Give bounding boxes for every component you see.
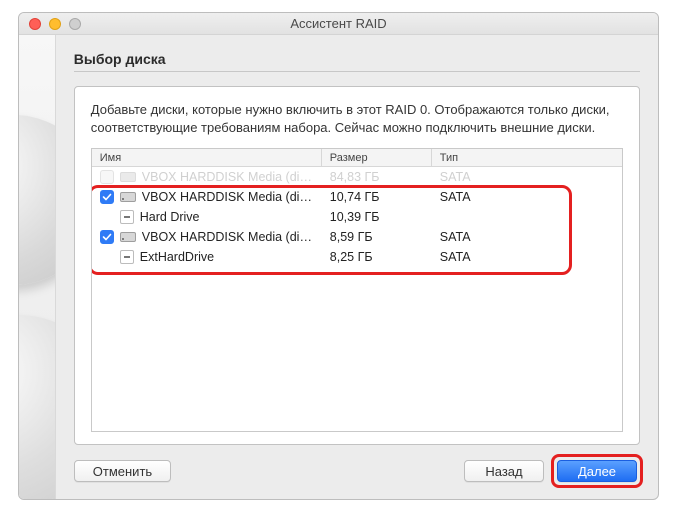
page-heading: Выбор диска bbox=[74, 51, 640, 67]
checkmark-icon bbox=[102, 232, 112, 242]
disk-size: 84,83 ГБ bbox=[322, 170, 432, 184]
window-title: Ассистент RAID bbox=[290, 16, 386, 31]
table-row[interactable]: ExtHardDrive 8,25 ГБ SATA bbox=[92, 247, 622, 267]
disk-name: VBOX HARDDISK Media (di… bbox=[142, 230, 312, 244]
titlebar: Ассистент RAID bbox=[19, 13, 658, 35]
hdd-icon bbox=[120, 231, 136, 243]
checkbox[interactable] bbox=[100, 230, 114, 244]
column-name[interactable]: Имя bbox=[92, 149, 322, 166]
disk-size: 8,25 ГБ bbox=[322, 250, 432, 264]
volume-name: Hard Drive bbox=[140, 210, 200, 224]
disk-size: 8,59 ГБ bbox=[322, 230, 432, 244]
close-icon[interactable] bbox=[29, 18, 41, 30]
disclosure-collapse-icon[interactable] bbox=[120, 250, 134, 264]
disk-type: SATA bbox=[432, 170, 622, 184]
disk-name: VBOX HARDDISK Media (di… bbox=[142, 190, 312, 204]
disk-type: SATA bbox=[432, 190, 622, 204]
zoom-icon bbox=[69, 18, 81, 30]
table-body: VBOX HARDDISK Media (di… 84,83 ГБ SATA bbox=[92, 167, 622, 431]
next-button[interactable]: Далее bbox=[557, 460, 637, 482]
table-header: Имя Размер Тип bbox=[92, 149, 622, 167]
disk-type: SATA bbox=[432, 250, 622, 264]
back-button[interactable]: Назад bbox=[464, 460, 544, 482]
disk-type: SATA bbox=[432, 230, 622, 244]
divider bbox=[74, 71, 640, 72]
hdd-icon bbox=[120, 171, 136, 183]
content-panel: Добавьте диски, которые нужно включить в… bbox=[74, 86, 640, 445]
column-size[interactable]: Размер bbox=[322, 149, 432, 166]
page-description: Добавьте диски, которые нужно включить в… bbox=[91, 101, 623, 136]
table-row[interactable]: VBOX HARDDISK Media (di… 10,74 ГБ SATA bbox=[92, 187, 622, 207]
column-type[interactable]: Тип bbox=[432, 149, 622, 166]
button-bar: Отменить Назад Далее bbox=[74, 445, 640, 485]
raid-assistant-window: Ассистент RAID Выбор диска Добавьте диск… bbox=[18, 12, 659, 500]
disk-size: 10,39 ГБ bbox=[322, 210, 432, 224]
volume-name: ExtHardDrive bbox=[140, 250, 214, 264]
disk-size: 10,74 ГБ bbox=[322, 190, 432, 204]
window-controls bbox=[29, 18, 81, 30]
checkbox[interactable] bbox=[100, 190, 114, 204]
disk-name: VBOX HARDDISK Media (di… bbox=[142, 170, 312, 184]
table-row: VBOX HARDDISK Media (di… 84,83 ГБ SATA bbox=[92, 167, 622, 187]
disclosure-collapse-icon[interactable] bbox=[120, 210, 134, 224]
table-row[interactable]: VBOX HARDDISK Media (di… 8,59 ГБ SATA bbox=[92, 227, 622, 247]
minimize-icon[interactable] bbox=[49, 18, 61, 30]
checkmark-icon bbox=[102, 192, 112, 202]
disk-table: Имя Размер Тип VBOX HARDDISK Media (di… bbox=[91, 148, 623, 432]
table-row[interactable]: Hard Drive 10,39 ГБ bbox=[92, 207, 622, 227]
checkbox bbox=[100, 170, 114, 184]
hdd-icon bbox=[120, 191, 136, 203]
sidebar-artwork bbox=[19, 35, 56, 499]
cancel-button[interactable]: Отменить bbox=[74, 460, 171, 482]
